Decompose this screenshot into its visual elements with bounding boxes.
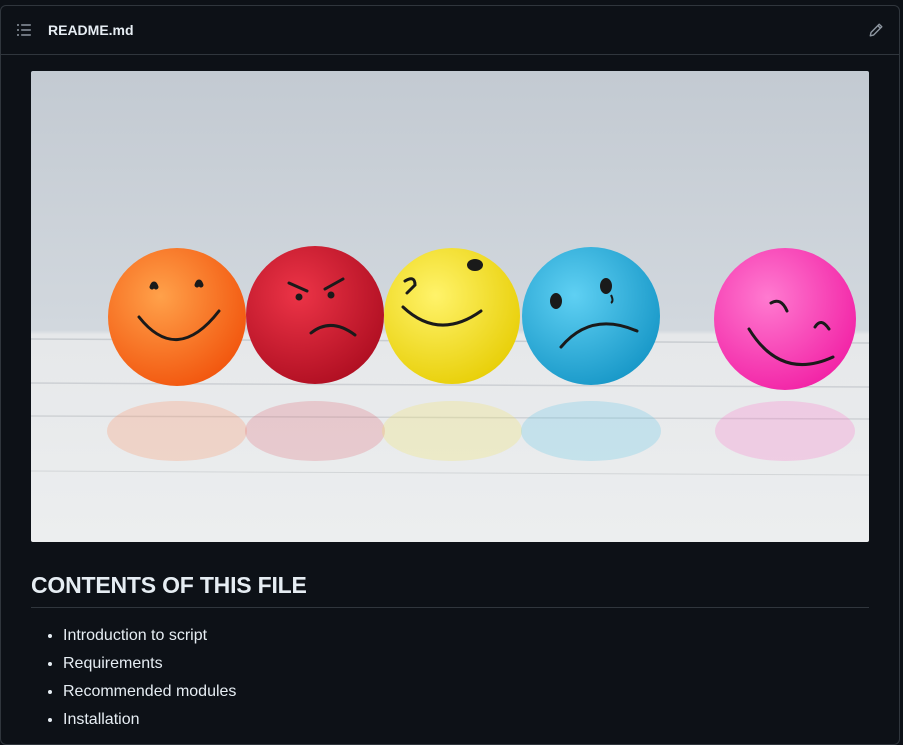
list-unordered-icon[interactable] [15, 21, 33, 39]
list-item: Recommended modules [63, 678, 869, 706]
readme-panel: README.md CONTENTS OF THIS FILE • Introd… [0, 5, 900, 745]
readme-content: CONTENTS OF THIS FILE Introduction to sc… [31, 71, 869, 734]
emoji-balls-image [31, 71, 869, 542]
list-item: Installation [63, 706, 869, 734]
file-name: README.md [48, 22, 134, 38]
pencil-icon[interactable] [867, 21, 885, 39]
file-header: README.md [1, 6, 899, 55]
contents-heading: CONTENTS OF THIS FILE [31, 572, 869, 608]
contents-list: Introduction to script Requirements Reco… [31, 622, 869, 734]
list-item: Requirements [63, 650, 869, 678]
list-item: Introduction to script [63, 622, 869, 650]
